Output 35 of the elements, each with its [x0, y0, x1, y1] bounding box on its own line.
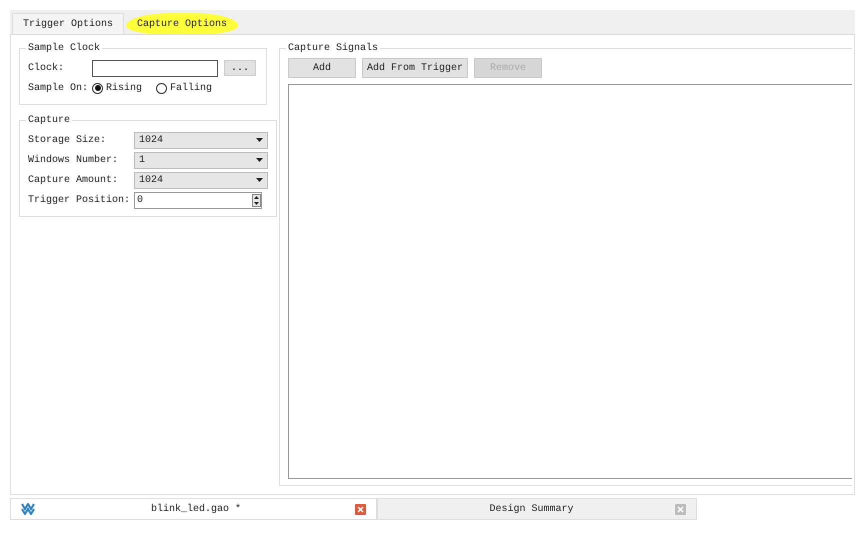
- field-label: Clock:: [28, 62, 66, 74]
- browse-button[interactable]: ...: [224, 60, 256, 76]
- dropdown[interactable]: 1: [134, 152, 268, 168]
- toolbar-button[interactable]: Add: [288, 58, 356, 78]
- caret-icon: [256, 178, 263, 182]
- tab-label: blink_led.gao *: [150, 504, 242, 514]
- clock-input-field[interactable]: [92, 60, 218, 76]
- radio-option[interactable]: Rising: [92, 82, 142, 94]
- caret-icon: [256, 158, 263, 162]
- tab[interactable]: Capture Options: [126, 13, 238, 34]
- dropdown[interactable]: 1024: [134, 132, 268, 148]
- tab[interactable]: Trigger Options: [12, 13, 124, 34]
- dropdown[interactable]: 1024: [134, 172, 268, 188]
- radio-button[interactable]: [92, 82, 104, 94]
- field-label: Capture Amount:: [28, 174, 120, 186]
- field-label: Sample On:: [28, 82, 88, 94]
- spin-arrows-icon: [252, 194, 261, 206]
- field-label: Trigger Position:: [28, 194, 132, 206]
- close-icon[interactable]: [355, 504, 366, 514]
- spin-field[interactable]: 0: [134, 192, 262, 208]
- group-title: Sample Clock: [27, 43, 102, 54]
- radio-label: Falling: [170, 82, 212, 94]
- field-label: Storage Size:: [28, 134, 108, 146]
- group-title: Capture Signals: [287, 43, 380, 54]
- toolbar-button[interactable]: Add From Trigger: [362, 58, 468, 78]
- group-title: Capture: [27, 115, 72, 126]
- logo-icon: [21, 503, 37, 515]
- radio-label: Rising: [106, 82, 142, 94]
- caret-icon: [256, 138, 263, 142]
- radio-button[interactable]: [156, 82, 168, 94]
- radio-option[interactable]: Falling: [156, 82, 212, 94]
- field-label: Windows Number:: [28, 154, 120, 166]
- tab-label: Design Summary: [488, 504, 574, 514]
- document-tab[interactable]: Design Summary: [377, 498, 697, 520]
- document-tab[interactable]: blink_led.gao *: [10, 498, 377, 520]
